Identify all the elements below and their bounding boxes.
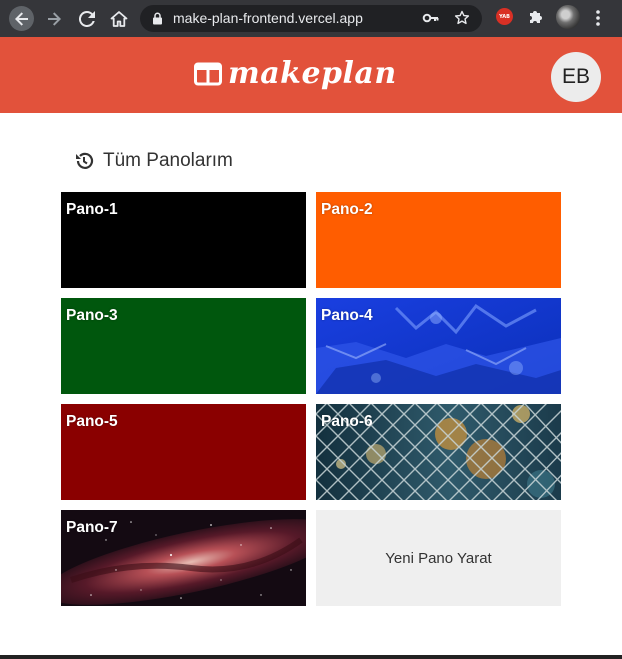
home-button[interactable] bbox=[106, 6, 131, 31]
extension-yab-icon[interactable]: YAB bbox=[496, 8, 513, 25]
reload-icon bbox=[78, 10, 95, 27]
reload-button[interactable] bbox=[74, 6, 99, 31]
url-text[interactable]: make-plan-frontend.vercel.app bbox=[173, 10, 363, 26]
profile-avatar-icon[interactable] bbox=[556, 5, 580, 29]
puzzle-icon[interactable] bbox=[527, 8, 545, 26]
browser-toolbar: make-plan-frontend.vercel.app YAB bbox=[0, 0, 622, 37]
app-header: makeplan EB bbox=[0, 37, 622, 113]
board-card[interactable]: Pano-6 bbox=[316, 404, 561, 500]
key-icon[interactable] bbox=[422, 11, 440, 25]
board-card[interactable]: Pano-3 bbox=[61, 298, 306, 394]
history-icon bbox=[76, 152, 94, 169]
board-logo-icon bbox=[194, 62, 222, 86]
board-card[interactable]: Pano-7 bbox=[61, 510, 306, 606]
board-title: Pano-4 bbox=[321, 307, 373, 324]
new-board-label: Yeni Pano Yarat bbox=[385, 549, 492, 567]
lock-icon[interactable] bbox=[152, 12, 163, 25]
forward-button[interactable] bbox=[41, 6, 66, 31]
board-title: Pano-1 bbox=[66, 201, 118, 218]
board-card[interactable]: Pano-1 bbox=[61, 192, 306, 288]
board-title: Pano-2 bbox=[321, 201, 373, 218]
address-bar[interactable]: make-plan-frontend.vercel.app bbox=[140, 5, 482, 32]
page-bottom-border bbox=[0, 655, 622, 659]
back-icon bbox=[14, 11, 28, 26]
board-title: Pano-7 bbox=[66, 519, 118, 536]
board-card[interactable]: Pano-4 bbox=[316, 298, 561, 394]
brand-logo[interactable]: makeplan bbox=[194, 54, 397, 94]
section-header: Tüm Panolarım bbox=[74, 150, 233, 172]
board-card[interactable]: Pano-2 bbox=[316, 192, 561, 288]
page-title: Tüm Panolarım bbox=[103, 150, 233, 171]
new-board-button[interactable]: Yeni Pano Yarat bbox=[316, 510, 561, 606]
brand-name: makeplan bbox=[228, 56, 397, 91]
star-icon[interactable] bbox=[454, 10, 470, 26]
board-title: Pano-5 bbox=[66, 413, 118, 430]
user-avatar[interactable]: EB bbox=[551, 52, 601, 102]
board-title: Pano-6 bbox=[321, 413, 373, 430]
kebab-menu-icon[interactable] bbox=[595, 9, 601, 27]
board-card[interactable]: Pano-5 bbox=[61, 404, 306, 500]
back-button[interactable] bbox=[9, 6, 34, 31]
board-title: Pano-3 bbox=[66, 307, 118, 324]
forward-icon bbox=[47, 11, 61, 26]
home-icon bbox=[110, 10, 127, 27]
